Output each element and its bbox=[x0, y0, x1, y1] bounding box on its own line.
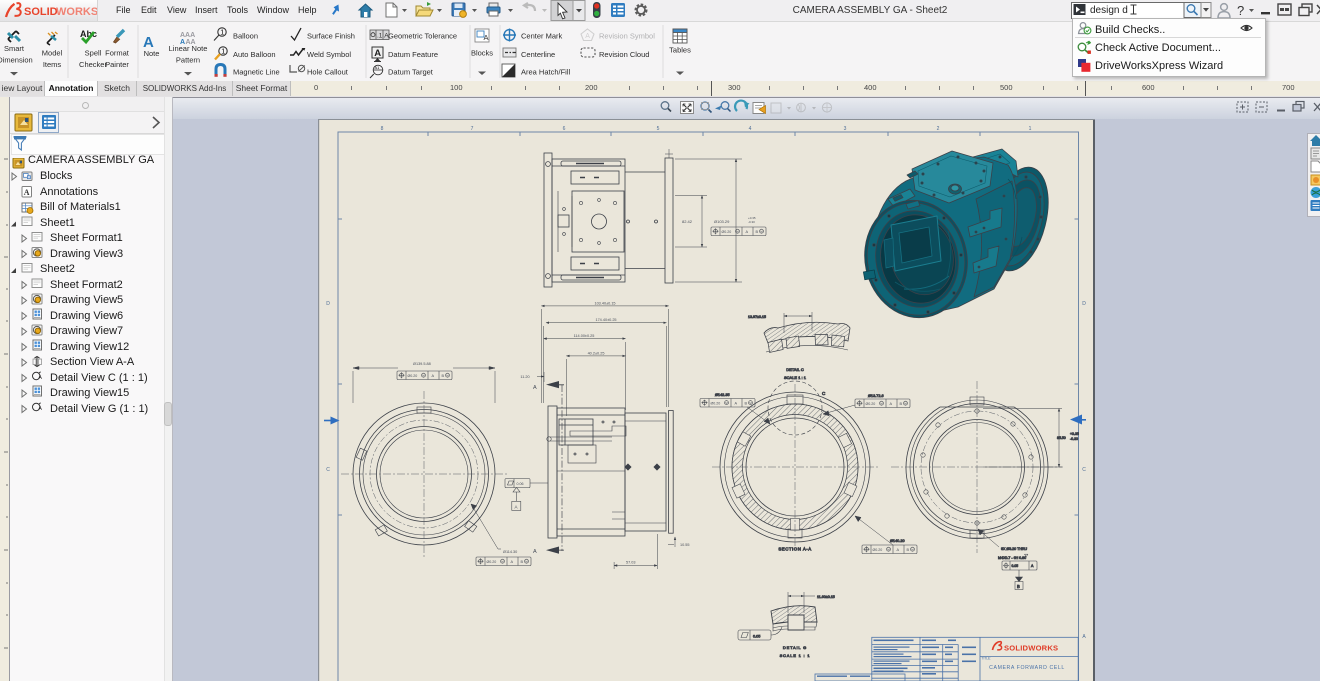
svg-text:7: 7 bbox=[471, 126, 474, 132]
svg-text:Format: Format bbox=[105, 49, 130, 58]
svg-text:57.03: 57.03 bbox=[626, 561, 636, 565]
svg-text:Ø114.30: Ø114.30 bbox=[503, 550, 517, 554]
svg-text:Smart: Smart bbox=[4, 44, 25, 53]
svg-text:Surface Finish: Surface Finish bbox=[307, 32, 355, 41]
svg-text:Ø139.5.88: Ø139.5.88 bbox=[413, 362, 431, 366]
svg-text:A: A bbox=[24, 188, 30, 197]
svg-text:DETAIL G: DETAIL G bbox=[783, 645, 807, 650]
svg-text:0.05: 0.05 bbox=[753, 635, 760, 639]
svg-text:Model: Model bbox=[42, 49, 63, 58]
svg-text:Geometric Tolerance: Geometric Tolerance bbox=[388, 32, 457, 41]
svg-text:11.60±0.15: 11.60±0.15 bbox=[817, 595, 835, 599]
svg-text:C: C bbox=[1082, 467, 1086, 473]
svg-text:Items: Items bbox=[43, 60, 62, 69]
svg-text:0.05: 0.05 bbox=[1012, 564, 1019, 568]
svg-text:174.40±0.25: 174.40±0.25 bbox=[595, 318, 616, 322]
svg-text:Revision Symbol: Revision Symbol bbox=[599, 32, 655, 41]
svg-text:3: 3 bbox=[844, 126, 847, 132]
svg-text:Ø103.29: Ø103.29 bbox=[714, 219, 730, 224]
svg-text:Balloon: Balloon bbox=[233, 32, 258, 41]
svg-text:Ø13.72.6: Ø13.72.6 bbox=[868, 394, 884, 398]
svg-text:D: D bbox=[1082, 301, 1086, 307]
svg-text:A: A bbox=[515, 505, 518, 510]
svg-text:SCALE 1 : 1: SCALE 1 : 1 bbox=[780, 653, 811, 658]
svg-text:-0.30: -0.30 bbox=[1070, 437, 1078, 441]
svg-text:Blocks: Blocks bbox=[471, 49, 493, 58]
svg-text:Area Hatch/Fill: Area Hatch/Fill bbox=[521, 68, 571, 77]
svg-text:M4X0.7 - 6H 0.80: M4X0.7 - 6H 0.80 bbox=[998, 556, 1026, 560]
svg-text:2: 2 bbox=[937, 126, 940, 132]
svg-text:13.97±0.15: 13.97±0.15 bbox=[748, 315, 766, 319]
svg-text:Tables: Tables bbox=[669, 46, 691, 55]
svg-text:SOLIDWORKS: SOLIDWORKS bbox=[1004, 644, 1058, 653]
svg-text:Spell: Spell bbox=[85, 49, 102, 58]
svg-text:1: 1 bbox=[221, 49, 225, 56]
svg-text:Checker: Checker bbox=[79, 60, 107, 69]
svg-text:Datum Feature: Datum Feature bbox=[388, 50, 438, 59]
svg-text:+0.35: +0.35 bbox=[1070, 432, 1079, 436]
svg-text:Datum Target: Datum Target bbox=[388, 68, 434, 77]
svg-text:design d: design d bbox=[1090, 5, 1128, 16]
svg-text:Revision Cloud: Revision Cloud bbox=[599, 50, 649, 59]
svg-text:A: A bbox=[533, 385, 537, 391]
svg-text:SECTION A-A: SECTION A-A bbox=[778, 547, 811, 552]
svg-text:Center Mark: Center Mark bbox=[521, 32, 563, 41]
svg-text:1: 1 bbox=[1029, 126, 1032, 132]
svg-text:40.2±0.25: 40.2±0.25 bbox=[588, 351, 605, 355]
svg-text:1: 1 bbox=[220, 30, 224, 37]
svg-text:Dimension: Dimension bbox=[0, 56, 33, 65]
svg-text:Magnetic Line: Magnetic Line bbox=[233, 68, 280, 77]
svg-text:A1: A1 bbox=[375, 65, 381, 70]
svg-text:Auto Balloon: Auto Balloon bbox=[233, 50, 276, 59]
svg-text:C: C bbox=[326, 467, 330, 473]
svg-text:85.50: 85.50 bbox=[1057, 436, 1066, 440]
svg-text:AAA: AAA bbox=[180, 32, 195, 39]
svg-text:-0.30: -0.30 bbox=[748, 220, 755, 224]
svg-text:11.20: 11.20 bbox=[520, 375, 529, 379]
svg-text:103.40±0.15: 103.40±0.15 bbox=[594, 301, 615, 305]
svg-text:4: 4 bbox=[749, 126, 752, 132]
svg-text:5: 5 bbox=[657, 126, 660, 132]
svg-text:SOLID: SOLID bbox=[24, 6, 58, 18]
svg-text:0.06: 0.06 bbox=[517, 482, 524, 486]
svg-text:.1: .1 bbox=[377, 33, 383, 40]
svg-text:Ø140.20: Ø140.20 bbox=[890, 539, 905, 543]
svg-text:TITLE:: TITLE: bbox=[982, 657, 992, 661]
svg-text:Weld Symbol: Weld Symbol bbox=[307, 50, 351, 59]
svg-text:6: 6 bbox=[563, 126, 566, 132]
svg-text:9X Ø3.20 THRU: 9X Ø3.20 THRU bbox=[1001, 547, 1028, 551]
svg-text:10.55: 10.55 bbox=[680, 543, 690, 547]
svg-text:Ø142.35: Ø142.35 bbox=[715, 393, 730, 397]
svg-text:Hole Callout: Hole Callout bbox=[307, 68, 349, 77]
svg-text:SCALE 1 : 1: SCALE 1 : 1 bbox=[784, 375, 807, 380]
svg-text:A: A bbox=[585, 33, 590, 40]
svg-text:82.42: 82.42 bbox=[682, 219, 693, 224]
svg-text:CAMERA FORWARD CELL: CAMERA FORWARD CELL bbox=[989, 665, 1065, 671]
svg-text:Pattern: Pattern bbox=[176, 56, 200, 65]
svg-text:A: A bbox=[533, 549, 537, 555]
svg-text:A: A bbox=[374, 48, 381, 59]
svg-text:Painter: Painter bbox=[105, 60, 129, 69]
svg-text:8: 8 bbox=[381, 126, 384, 132]
svg-text:A: A bbox=[484, 33, 489, 42]
svg-text:D: D bbox=[326, 301, 330, 307]
svg-text:Centerline: Centerline bbox=[521, 50, 555, 59]
svg-text:114.00±0.25: 114.00±0.25 bbox=[574, 334, 595, 338]
svg-text:DETAIL C: DETAIL C bbox=[786, 367, 804, 372]
svg-text:B: B bbox=[1017, 584, 1020, 589]
svg-text:Linear Note: Linear Note bbox=[169, 44, 208, 53]
svg-text:?: ? bbox=[1237, 3, 1244, 18]
svg-text:WORKS: WORKS bbox=[56, 6, 97, 18]
svg-text:Note: Note bbox=[144, 49, 160, 58]
